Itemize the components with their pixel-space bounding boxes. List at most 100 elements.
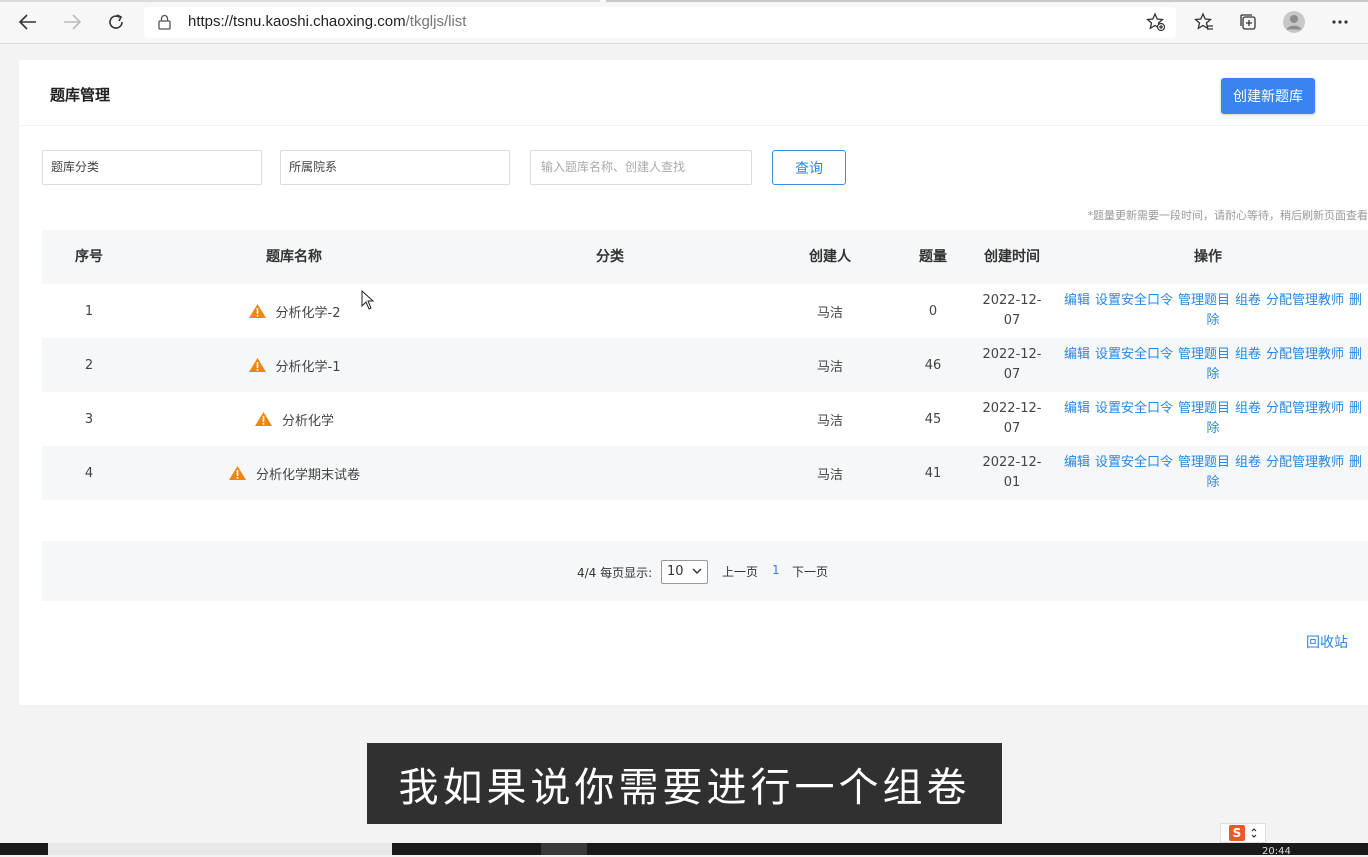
header-name: 题库名称 <box>136 230 452 284</box>
row-name-cell: 分析化学 <box>136 392 452 446</box>
ime-indicator[interactable]: S <box>1220 823 1266 843</box>
row-count: 41 <box>902 446 964 500</box>
header-category: 分类 <box>452 230 768 284</box>
compose-paper-link[interactable]: 组卷 <box>1235 401 1261 416</box>
date-line: 2022-12- <box>982 291 1041 311</box>
warning-icon <box>228 465 247 481</box>
row-name[interactable]: 分析化学-2 <box>276 302 341 321</box>
row-name[interactable]: 分析化学-1 <box>276 356 341 375</box>
manage-questions-link[interactable]: 管理题目 <box>1178 455 1230 470</box>
url-text: https://tsnu.kaoshi.chaoxing.com/tkgljs/… <box>188 13 466 30</box>
favorites-icon[interactable] <box>1191 9 1217 35</box>
warning-icon <box>254 411 273 427</box>
refresh-icon[interactable] <box>103 9 129 35</box>
date-line: 07 <box>982 365 1041 385</box>
page-title: 题库管理 <box>50 84 110 105</box>
row-date: 2022-12-07 <box>972 392 1052 446</box>
compose-paper-link[interactable]: 组卷 <box>1235 455 1261 470</box>
divider <box>19 125 1368 126</box>
add-favorite-icon[interactable] <box>1146 12 1166 36</box>
row-actions: 编辑设置安全口令管理题目组卷分配管理教师删除 <box>1058 345 1368 385</box>
recycle-bin-link[interactable]: 回收站 <box>1306 632 1348 652</box>
update-hint: *题量更新需要一段时间，请耐心等待，稍后刷新页面查看 <box>1088 207 1368 223</box>
taskbar-active-app[interactable] <box>541 843 587 855</box>
header-count: 题量 <box>902 230 964 284</box>
set-password-link[interactable]: 设置安全口令 <box>1095 293 1173 308</box>
collections-icon[interactable] <box>1235 9 1261 35</box>
more-icon[interactable] <box>1327 9 1353 35</box>
question-bank-table: 序号 题库名称 分类 创建人 题量 创建时间 操作 1 分析化学-2 马洁 0 … <box>42 230 1368 500</box>
row-date: 2022-12-01 <box>972 446 1052 500</box>
set-password-link[interactable]: 设置安全口令 <box>1095 401 1173 416</box>
edit-link[interactable]: 编辑 <box>1064 347 1090 362</box>
edit-link[interactable]: 编辑 <box>1064 401 1090 416</box>
row-date: 2022-12-07 <box>972 338 1052 392</box>
set-password-link[interactable]: 设置安全口令 <box>1095 347 1173 362</box>
compose-paper-link[interactable]: 组卷 <box>1235 293 1261 308</box>
row-category <box>452 284 768 338</box>
search-input[interactable]: 输入题库名称、创建人查找 <box>530 150 752 185</box>
prev-page-link[interactable]: 上一页 <box>722 563 758 580</box>
row-actions: 编辑设置安全口令管理题目组卷分配管理教师删除 <box>1058 399 1368 439</box>
header-creator: 创建人 <box>782 230 878 284</box>
assign-teacher-link[interactable]: 分配管理教师 <box>1266 293 1344 308</box>
table-row: 2 分析化学-1 马洁 46 2022-12-07 编辑设置安全口令管理题目组卷… <box>42 338 1368 392</box>
row-index: 1 <box>42 284 136 338</box>
browser-toolbar: https://tsnu.kaoshi.chaoxing.com/tkgljs/… <box>0 0 1368 44</box>
row-date: 2022-12-07 <box>972 284 1052 338</box>
next-page-link[interactable]: 下一页 <box>792 563 828 580</box>
ime-toggle-icon <box>1251 827 1257 839</box>
date-line: 2022-12- <box>982 399 1041 419</box>
table-row: 1 分析化学-2 马洁 0 2022-12-07 编辑设置安全口令管理题目组卷分… <box>42 284 1368 338</box>
date-line: 07 <box>982 419 1041 439</box>
department-select[interactable]: 所属院系 <box>280 150 510 185</box>
profile-icon[interactable] <box>1281 9 1307 35</box>
manage-questions-link[interactable]: 管理题目 <box>1178 293 1230 308</box>
tab-strip <box>0 0 1368 2</box>
row-creator: 马洁 <box>782 446 878 500</box>
assign-teacher-link[interactable]: 分配管理教师 <box>1266 347 1344 362</box>
row-count: 46 <box>902 338 964 392</box>
ime-logo-icon: S <box>1229 825 1245 841</box>
create-bank-button[interactable]: 创建新题库 <box>1221 78 1315 114</box>
row-category <box>452 446 768 500</box>
table-header: 序号 题库名称 分类 创建人 题量 创建时间 操作 <box>42 230 1368 284</box>
table-row: 3 分析化学 马洁 45 2022-12-07 编辑设置安全口令管理题目组卷分配… <box>42 392 1368 446</box>
row-creator: 马洁 <box>782 284 878 338</box>
row-name[interactable]: 分析化学期末试卷 <box>256 464 360 483</box>
pagination-info: 4/4 每页显示: <box>577 564 652 581</box>
chevron-down-icon <box>691 563 703 587</box>
manage-questions-link[interactable]: 管理题目 <box>1178 347 1230 362</box>
edit-link[interactable]: 编辑 <box>1064 293 1090 308</box>
header-index: 序号 <box>42 230 136 284</box>
page-size-select[interactable]: 10 <box>661 560 708 584</box>
query-button[interactable]: 查询 <box>772 150 846 185</box>
page-size-value: 10 <box>667 564 684 579</box>
category-select[interactable]: 题库分类 <box>42 150 262 185</box>
pagination: 4/4 每页显示: 10 上一页 1 下一页 <box>42 541 1368 601</box>
assign-teacher-link[interactable]: 分配管理教师 <box>1266 401 1344 416</box>
compose-paper-link[interactable]: 组卷 <box>1235 347 1261 362</box>
row-name[interactable]: 分析化学 <box>282 410 334 429</box>
row-count: 45 <box>902 392 964 446</box>
url-host: https://tsnu.kaoshi.chaoxing.com <box>188 13 406 30</box>
set-password-link[interactable]: 设置安全口令 <box>1095 455 1173 470</box>
row-actions: 编辑设置安全口令管理题目组卷分配管理教师删除 <box>1058 453 1368 493</box>
date-line: 01 <box>982 473 1041 493</box>
taskbar-search[interactable] <box>48 843 392 855</box>
row-name-cell: 分析化学-2 <box>136 284 452 338</box>
manage-questions-link[interactable]: 管理题目 <box>1178 401 1230 416</box>
address-bar[interactable]: https://tsnu.kaoshi.chaoxing.com/tkgljs/… <box>144 7 1176 38</box>
date-line: 2022-12- <box>982 345 1041 365</box>
row-actions: 编辑设置安全口令管理题目组卷分配管理教师删除 <box>1058 291 1368 331</box>
assign-teacher-link[interactable]: 分配管理教师 <box>1266 455 1344 470</box>
header-created: 创建时间 <box>972 230 1052 284</box>
row-name-cell: 分析化学期末试卷 <box>136 446 452 500</box>
forward-icon[interactable] <box>59 9 85 35</box>
main-panel: 题库管理 创建新题库 题库分类 所属院系 输入题库名称、创建人查找 查询 *题量… <box>19 60 1368 705</box>
edit-link[interactable]: 编辑 <box>1064 455 1090 470</box>
lock-icon[interactable] <box>158 14 171 34</box>
page-number-current[interactable]: 1 <box>772 563 780 577</box>
back-icon[interactable] <box>15 9 41 35</box>
warning-icon <box>248 357 267 373</box>
